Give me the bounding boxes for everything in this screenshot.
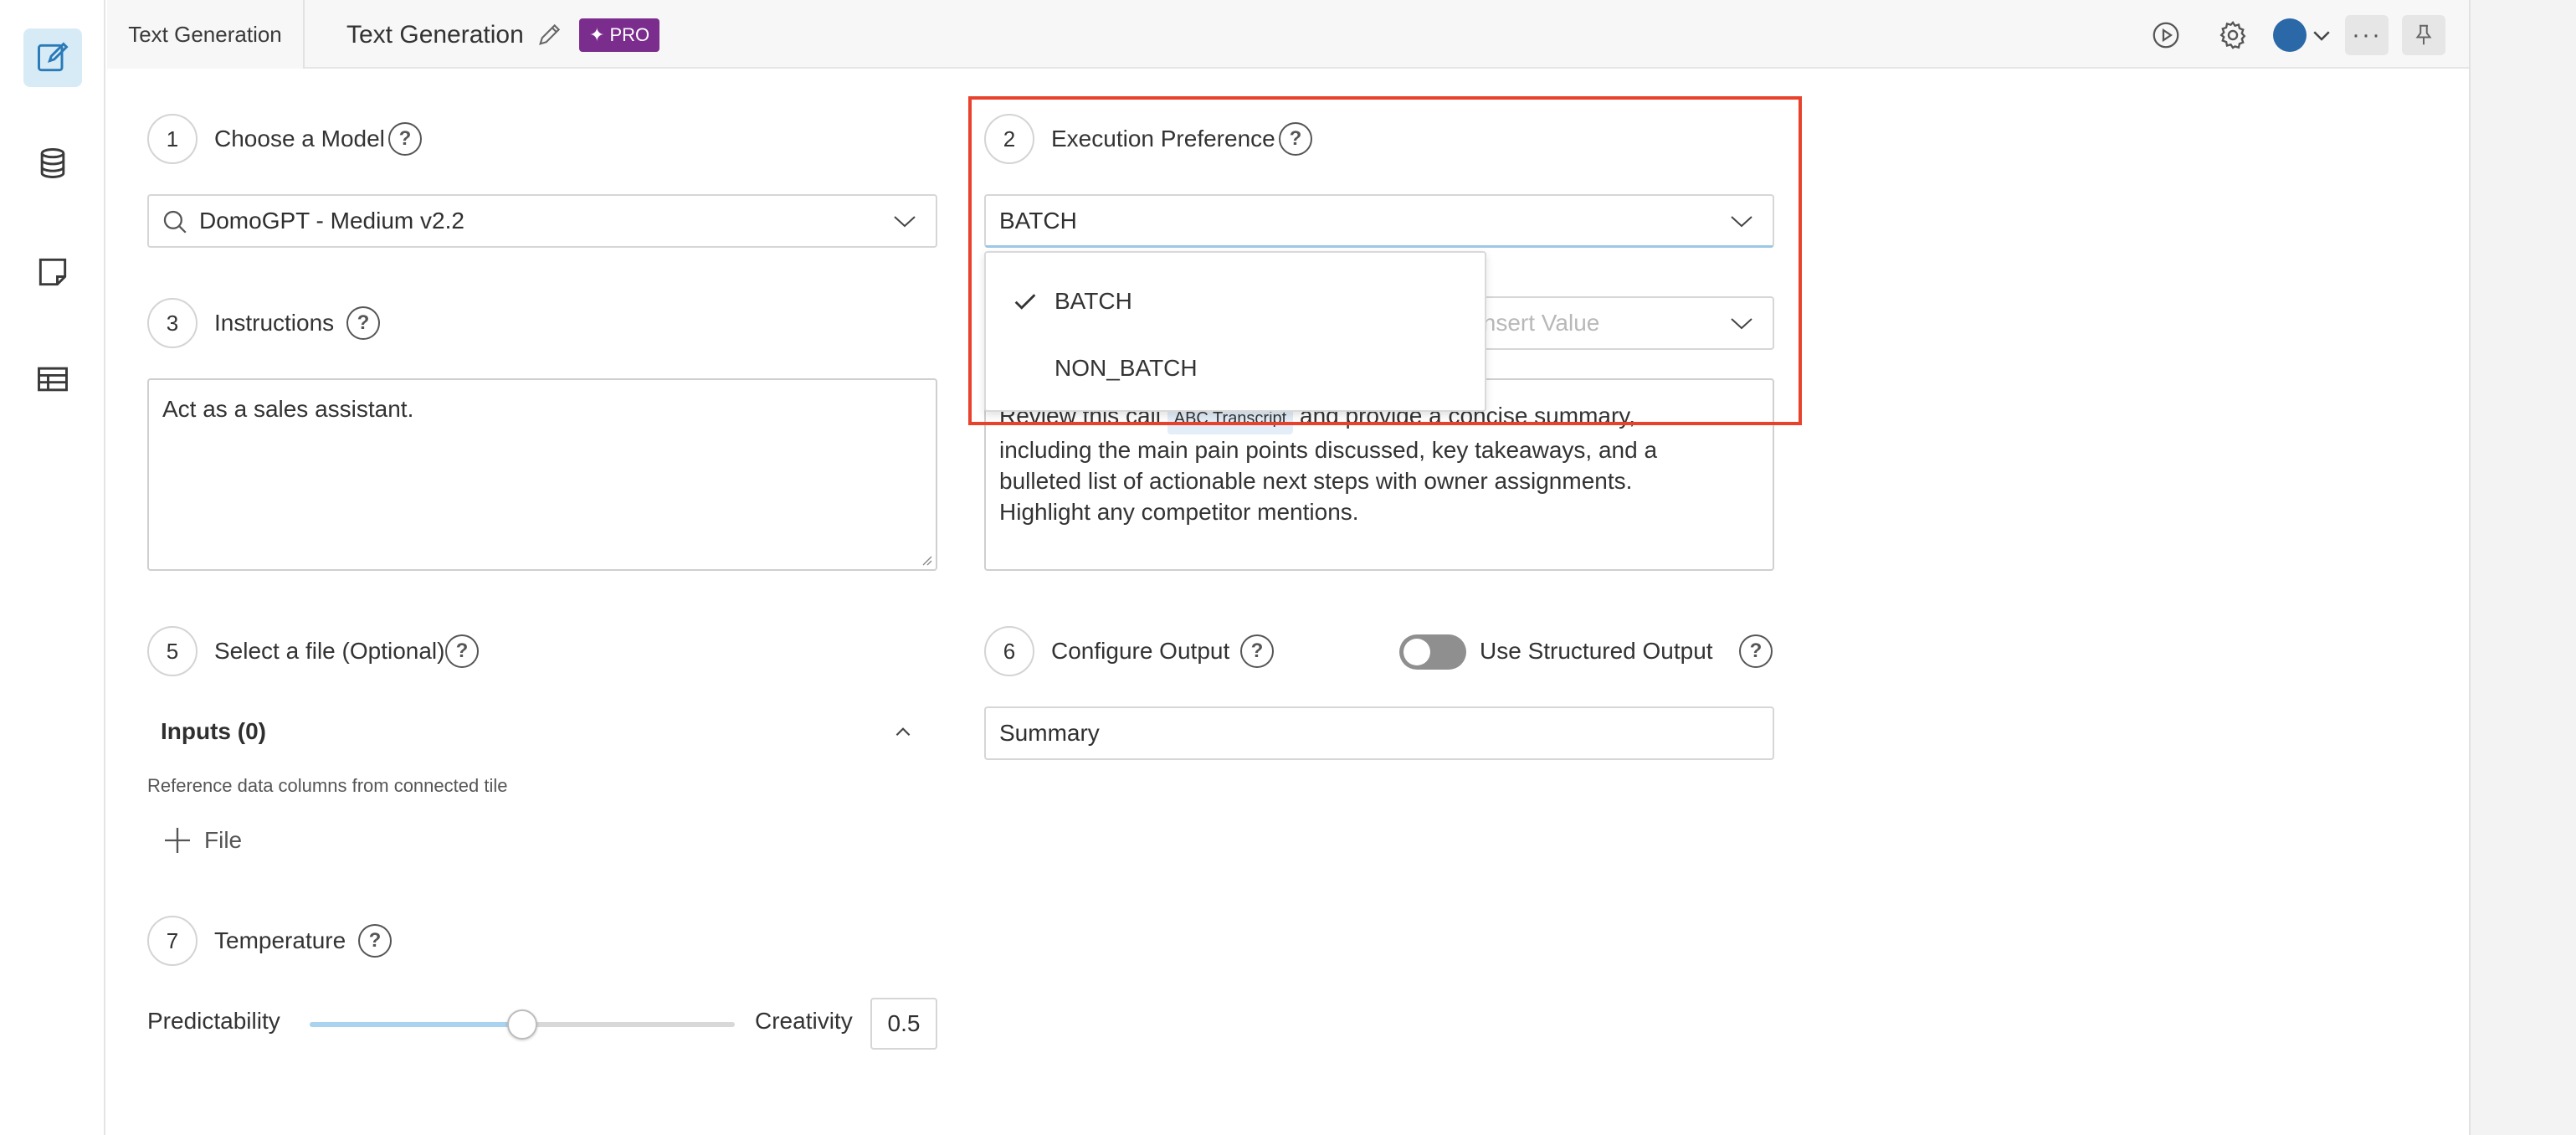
inputs-description: Reference data columns from connected ti… bbox=[147, 775, 508, 796]
pin-icon[interactable] bbox=[2402, 15, 2445, 55]
search-icon bbox=[161, 208, 189, 242]
pro-badge: ✦ PRO bbox=[579, 18, 660, 52]
resize-handle-icon[interactable] bbox=[919, 552, 932, 566]
structured-output-label: Use Structured Output bbox=[1480, 638, 1713, 664]
creativity-label: Creativity bbox=[755, 1008, 853, 1034]
model-select[interactable]: DomoGPT - Medium v2.2 bbox=[147, 194, 937, 248]
help-icon[interactable]: ? bbox=[445, 634, 479, 668]
database-icon[interactable] bbox=[23, 134, 82, 193]
plus-icon bbox=[165, 828, 190, 853]
slider-thumb[interactable] bbox=[507, 1009, 537, 1040]
temperature-slider[interactable] bbox=[310, 1009, 735, 1040]
add-file-label: File bbox=[204, 827, 243, 853]
step-7-number: 7 bbox=[147, 916, 198, 966]
prompt-line-2: including the main pain points discussed… bbox=[999, 437, 1658, 463]
step-6-label: Configure Output bbox=[1051, 638, 1230, 664]
step-7-label: Temperature bbox=[214, 927, 346, 953]
edit-icon[interactable] bbox=[23, 28, 82, 87]
help-icon[interactable]: ? bbox=[388, 122, 422, 156]
sparkle-icon: ✦ bbox=[589, 24, 605, 45]
play-icon[interactable] bbox=[2148, 17, 2184, 54]
help-icon[interactable]: ? bbox=[1240, 634, 1274, 668]
prompt-line-3: bulleted list of actionable next steps w… bbox=[999, 468, 1633, 494]
step-5-label: Select a file (Optional) bbox=[214, 638, 445, 664]
output-name-input[interactable]: Summary bbox=[984, 706, 1774, 760]
right-gutter bbox=[2469, 0, 2576, 1135]
avatar[interactable] bbox=[2273, 18, 2307, 52]
toggle-knob bbox=[1403, 639, 1430, 665]
step-6-number: 6 bbox=[984, 626, 1034, 676]
page-title: Text Generation bbox=[346, 21, 524, 49]
gear-icon[interactable] bbox=[2214, 17, 2251, 54]
pro-label: PRO bbox=[609, 24, 650, 45]
table-icon[interactable] bbox=[23, 350, 82, 408]
step-3-label: Instructions bbox=[214, 310, 335, 336]
chevron-down-icon[interactable] bbox=[2303, 17, 2340, 54]
instructions-input[interactable]: Act as a sales assistant. bbox=[147, 378, 937, 571]
add-file-button[interactable]: File bbox=[161, 820, 242, 860]
note-icon[interactable] bbox=[23, 243, 82, 301]
chevron-down-icon bbox=[894, 216, 916, 228]
temperature-value-input[interactable]: 0.5 bbox=[870, 998, 937, 1050]
step-1-label: Choose a Model bbox=[214, 126, 385, 152]
help-icon[interactable]: ? bbox=[1739, 634, 1773, 668]
step-1-number: 1 bbox=[147, 114, 198, 164]
predictability-label: Predictability bbox=[147, 1008, 280, 1034]
step-3-number: 3 bbox=[147, 298, 198, 348]
pencil-icon[interactable] bbox=[536, 20, 564, 49]
output-name-value: Summary bbox=[999, 720, 1100, 746]
tab-text-generation[interactable]: Text Generation bbox=[107, 0, 305, 69]
prompt-line-4: Highlight any competitor mentions. bbox=[999, 499, 1359, 525]
inputs-title: Inputs (0) bbox=[161, 718, 266, 744]
model-select-value: DomoGPT - Medium v2.2 bbox=[199, 208, 464, 234]
help-icon[interactable]: ? bbox=[358, 924, 392, 958]
more-icon[interactable]: ··· bbox=[2345, 15, 2389, 55]
help-icon[interactable]: ? bbox=[346, 306, 380, 340]
instructions-value: Act as a sales assistant. bbox=[162, 396, 414, 422]
temperature-value: 0.5 bbox=[887, 1010, 921, 1036]
highlight-box bbox=[968, 96, 1802, 425]
step-5-number: 5 bbox=[147, 626, 198, 676]
slider-fill bbox=[310, 1022, 522, 1027]
left-rail bbox=[0, 0, 105, 1135]
chevron-up-icon[interactable] bbox=[892, 722, 914, 747]
structured-output-toggle[interactable] bbox=[1399, 634, 1466, 670]
